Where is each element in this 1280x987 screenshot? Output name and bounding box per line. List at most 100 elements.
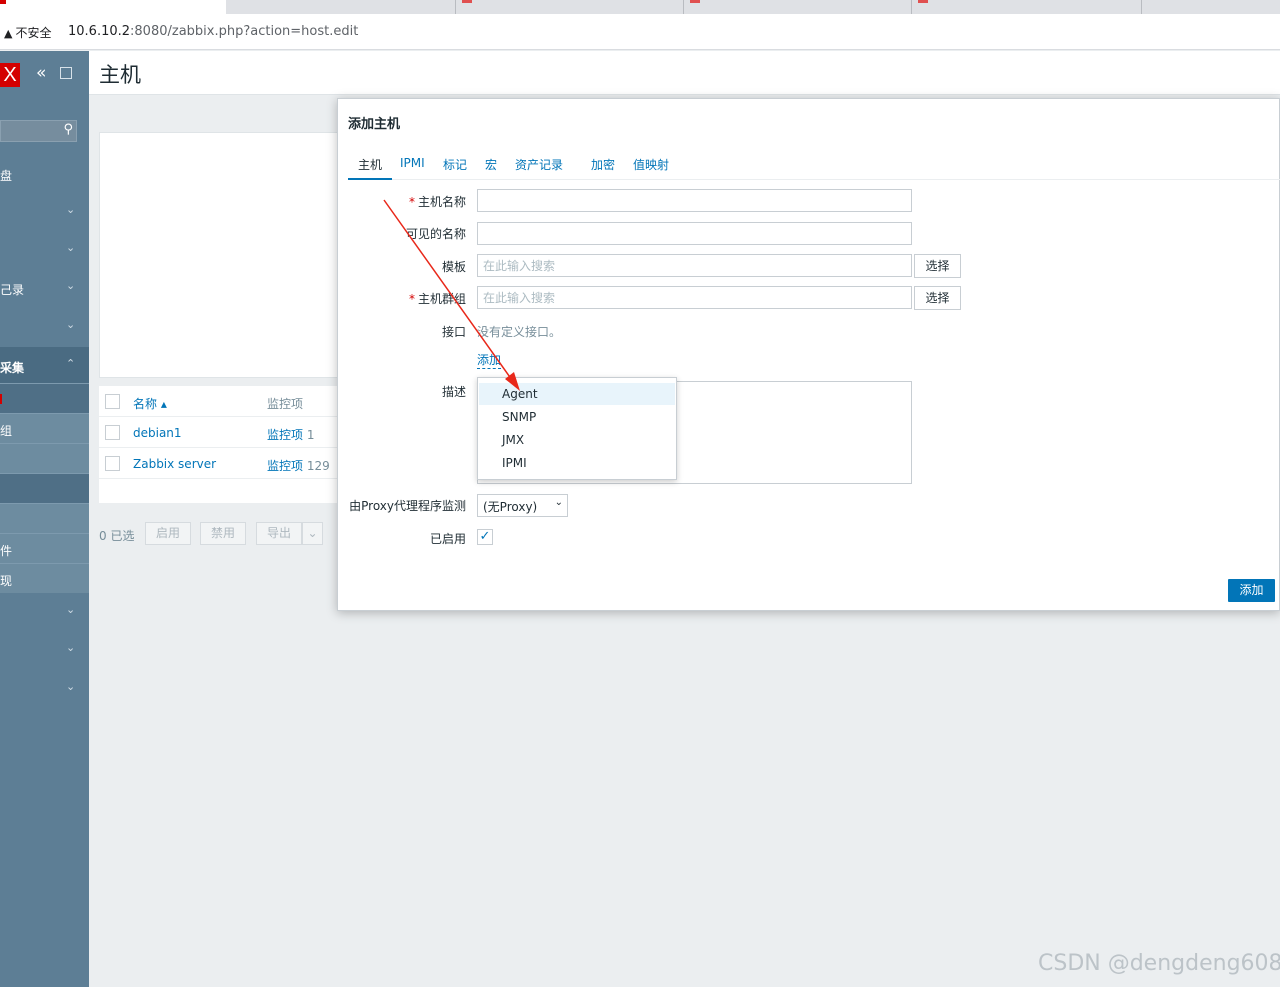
host-items-cell: 监控项 1: [267, 426, 314, 443]
chevron-down-icon: ⌄: [66, 241, 76, 254]
sidebar: X « ⚲ 盘 ⌄ ⌄ 己录 ⌄ ⌄ 采集 ⌃ 组 件 现 ⌄ ⌄ ⌄: [0, 51, 89, 987]
column-header-name[interactable]: 名称 ▴: [133, 395, 167, 412]
visible-name-label: 可见的名称: [405, 227, 466, 241]
table-header-row: 名称 ▴ 监控项: [99, 386, 349, 417]
browser-tab[interactable]: [456, 0, 684, 14]
menu-item-snmp[interactable]: SNMP: [479, 406, 675, 428]
items-count: 1: [306, 428, 315, 442]
enabled-checkbox[interactable]: ✓: [477, 529, 493, 545]
menu-item-agent[interactable]: Agent: [479, 383, 675, 405]
browser-tab[interactable]: [912, 0, 1142, 14]
chevron-down-icon: ⌄: [554, 497, 563, 508]
page-title: 主机: [99, 63, 141, 87]
host-name-link[interactable]: debian1: [133, 426, 182, 440]
sidebar-item-services[interactable]: ⌄: [0, 231, 89, 269]
proxy-select[interactable]: (无Proxy) ⌄: [477, 494, 568, 517]
sidebar-subitem-event-correlation[interactable]: 件: [0, 533, 89, 563]
hosts-table: 名称 ▴ 监控项 debian1 监控项 1 Zabbix server 监控项…: [99, 386, 349, 503]
watermark: CSDN @dengdeng608: [1038, 951, 1280, 976]
enable-button[interactable]: 启用: [145, 522, 191, 545]
sidebar-subitem-discovery[interactable]: 现: [0, 563, 89, 593]
sidebar-item-administration[interactable]: ⌄: [0, 670, 89, 708]
tab-encryption[interactable]: 加密: [581, 156, 625, 180]
sidebar-subitem[interactable]: [0, 473, 89, 503]
tab-macros[interactable]: 宏: [475, 156, 507, 180]
sidebar-subitem[interactable]: [0, 443, 89, 473]
chevron-down-icon: ⌄: [66, 279, 76, 292]
sidebar-item-data-collection[interactable]: 采集 ⌃: [0, 347, 89, 385]
proxy-label: 由Proxy代理程序监测: [349, 499, 466, 513]
dialog-title: 添加主机: [348, 117, 401, 132]
search-icon[interactable]: ⚲: [63, 122, 73, 137]
items-count: 129: [306, 459, 330, 473]
no-interfaces-text: 没有定义接口。: [477, 325, 562, 339]
enabled-label: 已启用: [429, 532, 466, 546]
browser-tab[interactable]: [226, 0, 456, 14]
column-header-items: 监控项: [267, 397, 304, 411]
export-button[interactable]: 导出: [256, 522, 302, 545]
visible-name-input[interactable]: [477, 222, 912, 245]
address-bar[interactable]: ▲ 不安全 10.6.10.2:8080/zabbix.php?action=ho…: [0, 14, 1280, 50]
browser-tab[interactable]: [684, 0, 912, 14]
host-name-link[interactable]: Zabbix server: [133, 457, 216, 471]
zabbix-favicon-icon: [0, 0, 6, 4]
sidebar-subitem-host-groups[interactable]: 组: [0, 413, 89, 443]
sidebar-item-reports[interactable]: ⌄: [0, 308, 89, 346]
tab-value-mapping[interactable]: 值映射: [623, 156, 679, 180]
add-button[interactable]: 添加: [1228, 579, 1275, 602]
add-interface-link[interactable]: 添加: [477, 351, 502, 369]
url-text[interactable]: 10.6.10.2:8080/zabbix.php?action=host.ed…: [68, 24, 358, 39]
host-groups-label: * 主机群组: [408, 292, 466, 306]
dialog-tabs: 主机 IPMI 标记 宏 资产记录 加密 值映射: [348, 156, 1280, 180]
templates-label: 模板: [441, 260, 466, 274]
zabbix-logo[interactable]: X: [0, 63, 20, 87]
chevron-down-icon: ⌄: [66, 318, 76, 331]
table-row: Zabbix server 监控项 129: [99, 448, 349, 479]
sidebar-subitem-hosts[interactable]: [0, 383, 89, 413]
chevron-down-icon: ⌄: [66, 641, 76, 654]
host-groups-select-button[interactable]: 选择: [914, 286, 961, 310]
items-link[interactable]: 监控项: [267, 459, 303, 473]
sidebar-item-monitoring[interactable]: ⌄: [0, 193, 89, 231]
chevron-down-icon: ⌄: [66, 203, 76, 216]
sidebar-item-inventory[interactable]: 己录 ⌄: [0, 269, 89, 307]
menu-item-ipmi[interactable]: IPMI: [479, 452, 675, 474]
kiosk-mode-icon[interactable]: [60, 67, 72, 79]
add-host-dialog: 添加主机 主机 IPMI 标记 宏 资产记录 加密 值映射 * 主机名称 可见的名…: [337, 98, 1280, 611]
mass-action-bar: 0 已选 启用 禁用 导出 ⌄: [99, 522, 349, 546]
items-link[interactable]: 监控项: [267, 428, 303, 442]
sidebar-item-users[interactable]: ⌄: [0, 631, 89, 669]
menu-item-jmx[interactable]: JMX: [479, 429, 675, 451]
row-checkbox[interactable]: [105, 425, 120, 440]
description-label: 描述: [441, 385, 466, 399]
browser-tab-active[interactable]: [0, 0, 226, 14]
warning-icon: ▲: [4, 27, 13, 40]
table-row: debian1 监控项 1: [99, 417, 349, 448]
sidebar-item-alerts[interactable]: ⌄: [0, 593, 89, 631]
export-dropdown-button[interactable]: ⌄: [302, 522, 323, 545]
filter-panel: [99, 132, 349, 378]
disable-button[interactable]: 禁用: [200, 522, 246, 545]
templates-select-button[interactable]: 选择: [914, 254, 961, 278]
select-all-checkbox[interactable]: [105, 394, 120, 409]
tab-tags[interactable]: 标记: [433, 156, 477, 180]
host-items-cell: 监控项 129: [267, 457, 330, 474]
tab-inventory[interactable]: 资产记录: [505, 156, 573, 180]
security-indicator[interactable]: ▲ 不安全: [4, 24, 51, 41]
tab-favicon-icon: [690, 0, 700, 3]
tab-host[interactable]: 主机: [348, 156, 393, 180]
host-groups-input[interactable]: [477, 286, 912, 309]
sidebar-item-dashboard[interactable]: 盘: [0, 155, 89, 193]
selected-count: 0 已选: [99, 529, 135, 543]
tab-ipmi[interactable]: IPMI: [390, 156, 435, 180]
collapse-sidebar-icon[interactable]: «: [36, 63, 46, 83]
selected-marker: [0, 394, 2, 404]
templates-input[interactable]: [477, 254, 912, 277]
sidebar-search[interactable]: ⚲: [0, 120, 77, 142]
sidebar-subitem[interactable]: [0, 503, 89, 533]
checkmark-icon: ✓: [479, 529, 491, 544]
row-checkbox[interactable]: [105, 456, 120, 471]
host-name-input[interactable]: [477, 189, 912, 212]
chevron-down-icon: ⌄: [66, 603, 76, 616]
interface-type-menu: Agent SNMP JMX IPMI: [477, 377, 677, 480]
